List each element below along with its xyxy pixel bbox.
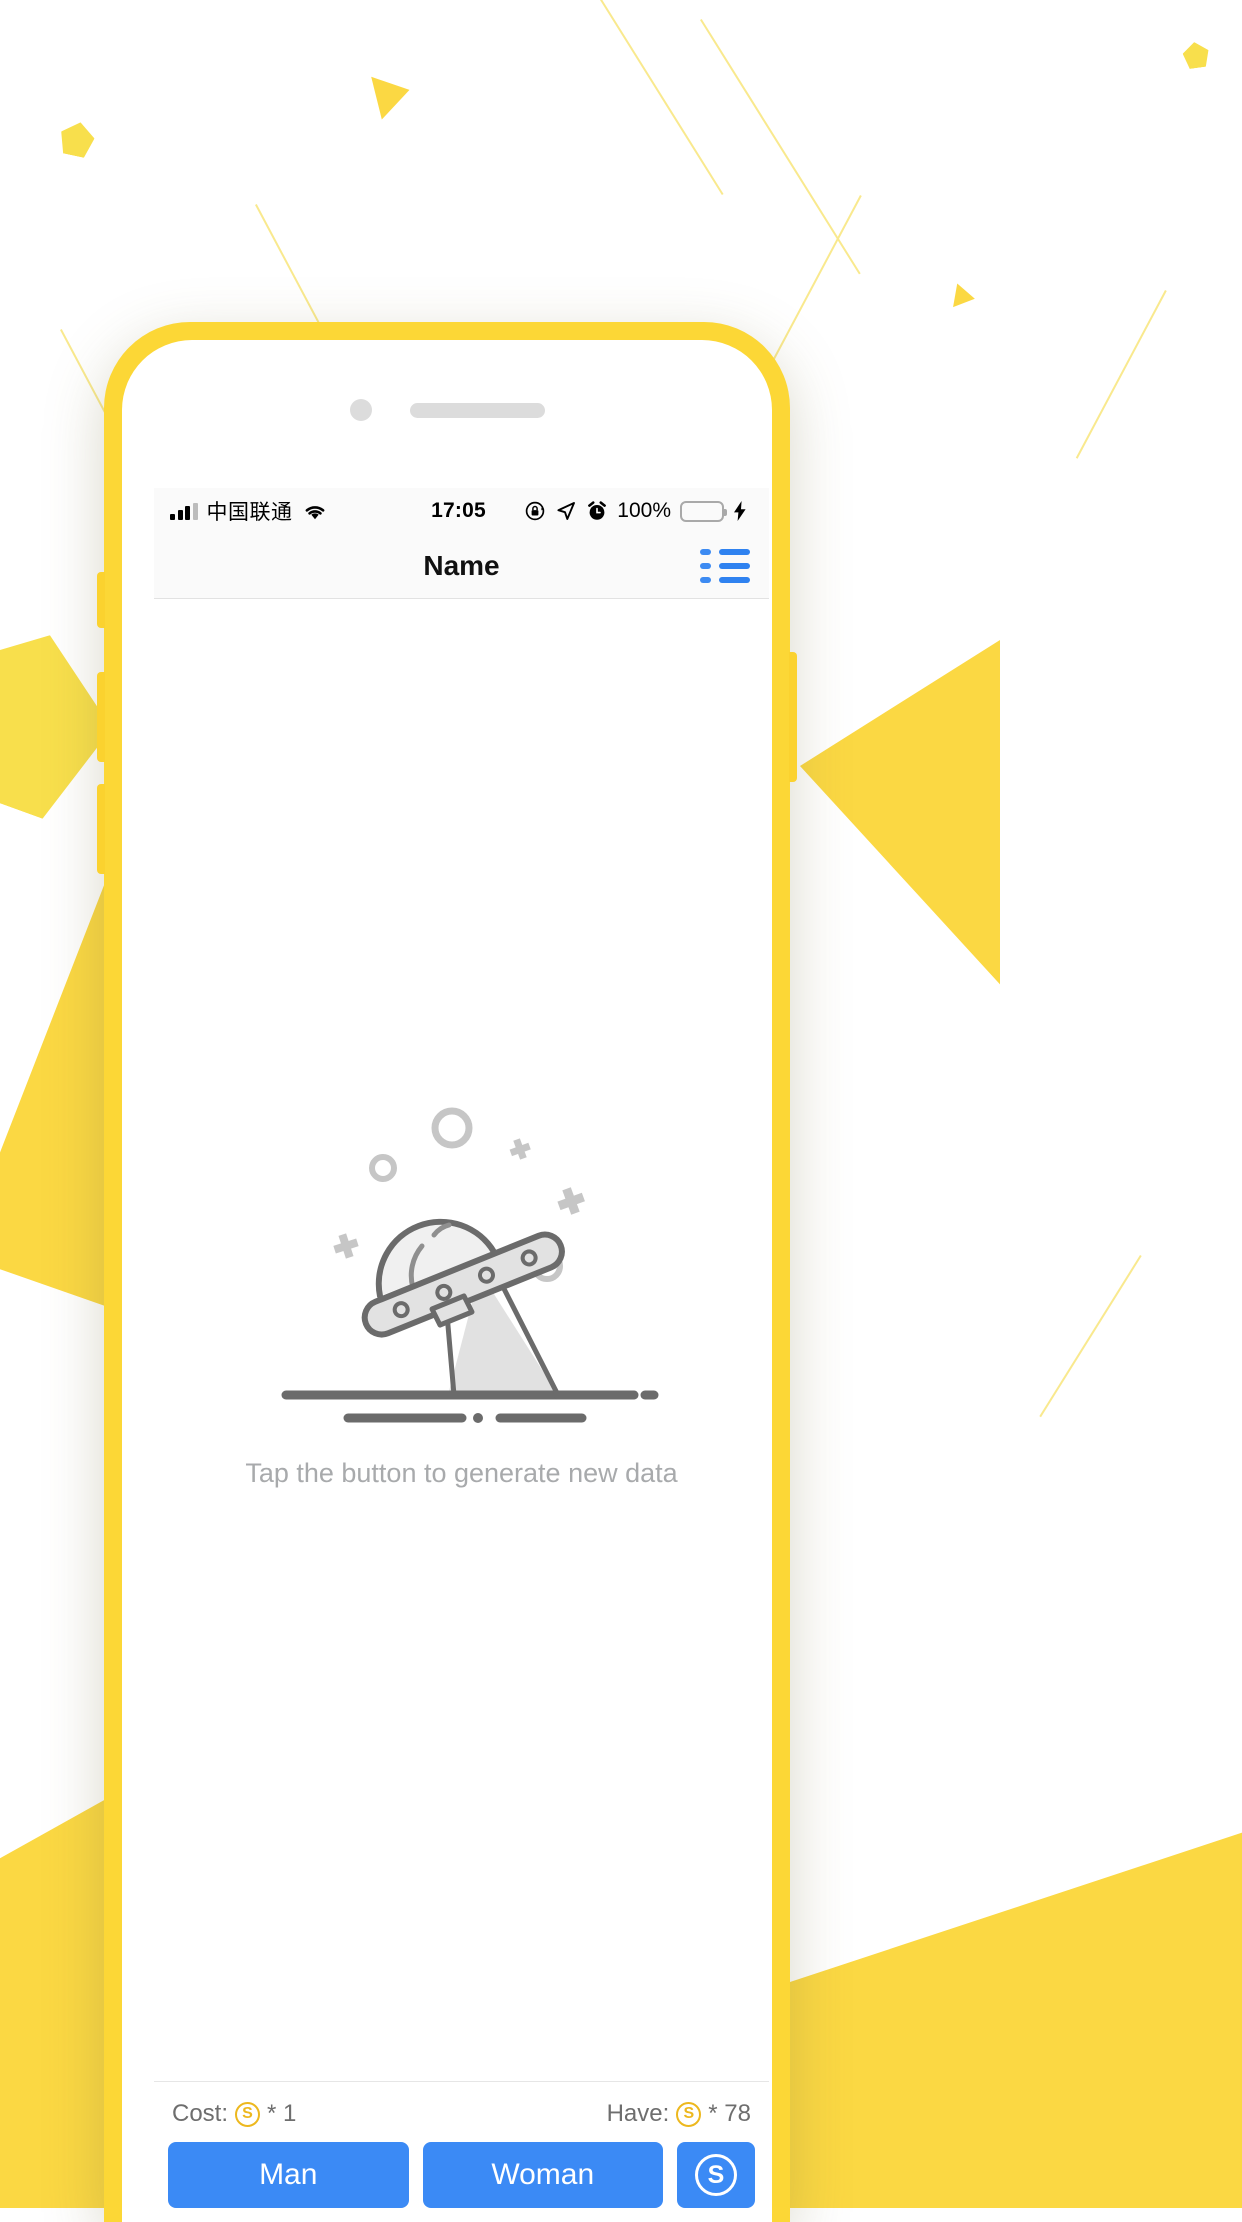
location-arrow-icon: [557, 502, 576, 520]
decor-triangle: [371, 68, 415, 120]
empty-state-container: Tap the button to generate new data: [154, 599, 769, 2081]
alarm-clock-icon: [588, 501, 607, 520]
power-button[interactable]: [789, 652, 797, 782]
bottom-action-bar: Cost: S * 1 Have: S * 78 Man Woman S: [154, 2081, 769, 2222]
ufo-beam-illustration: [281, 1107, 658, 1423]
battery-icon: [680, 500, 727, 522]
decor-triangle-large: [800, 640, 1000, 985]
status-bar-clock: 17:05: [431, 499, 486, 522]
generate-button-row: Man Woman S: [168, 2142, 755, 2222]
status-bar-right: 100%: [486, 499, 747, 523]
coin-icon: S: [676, 2101, 702, 2127]
buy-coins-button[interactable]: S: [677, 2142, 755, 2208]
app-screen: 中国联通 17:05 100% Name Tap the button to g…: [154, 488, 769, 2222]
empty-state-text: Tap the button to generate new data: [245, 1457, 678, 1488]
coin-status-row: Cost: S * 1 Have: S * 78: [168, 2094, 755, 2142]
list-menu-button[interactable]: [697, 538, 753, 594]
phone-device-frame: 中国联通 17:05 100% Name Tap the button to g…: [97, 322, 797, 2222]
decor-pentagon: [57, 119, 97, 159]
cost-display: Cost: S * 1: [172, 2100, 296, 2128]
carrier-label: 中国联通: [206, 501, 293, 524]
volume-down-button[interactable]: [97, 784, 105, 874]
front-camera-icon: [349, 399, 372, 421]
list-icon: [700, 549, 750, 583]
navigation-bar: Name: [154, 534, 769, 599]
generate-woman-button[interactable]: Woman: [422, 2142, 663, 2208]
silent-switch[interactable]: [97, 572, 105, 628]
have-label: Have:: [606, 2100, 670, 2127]
battery-percent-label: 100%: [617, 499, 671, 522]
decor-pentagon: [1181, 40, 1210, 69]
rotation-lock-icon: [526, 501, 545, 521]
have-display: Have: S * 78: [607, 2100, 751, 2128]
phone-earpiece-area: [122, 340, 772, 480]
earpiece-speaker-icon: [409, 402, 545, 418]
coin-icon: S: [235, 2101, 261, 2127]
decor-line: [1075, 290, 1167, 459]
status-bar-left: 中国联通: [170, 496, 431, 526]
coin-button-icon: S: [695, 2154, 737, 2196]
have-amount: * 78: [708, 2100, 751, 2127]
volume-up-button[interactable]: [97, 672, 105, 762]
decor-line: [700, 18, 861, 275]
generate-man-button[interactable]: Man: [168, 2142, 409, 2208]
cost-label: Cost:: [172, 2100, 229, 2127]
wifi-icon: [305, 505, 324, 519]
phone-bezel: 中国联通 17:05 100% Name Tap the button to g…: [122, 340, 772, 2222]
cost-amount: * 1: [267, 2100, 297, 2127]
status-bar: 中国联通 17:05 100%: [154, 488, 769, 534]
signal-bars-icon: [170, 502, 198, 520]
page-title: Name: [423, 550, 500, 581]
decor-shape-large: [790, 1830, 1242, 2208]
decor-line: [1039, 1255, 1142, 1418]
decor-triangle: [953, 283, 977, 311]
lightning-bolt-icon: [734, 501, 746, 521]
